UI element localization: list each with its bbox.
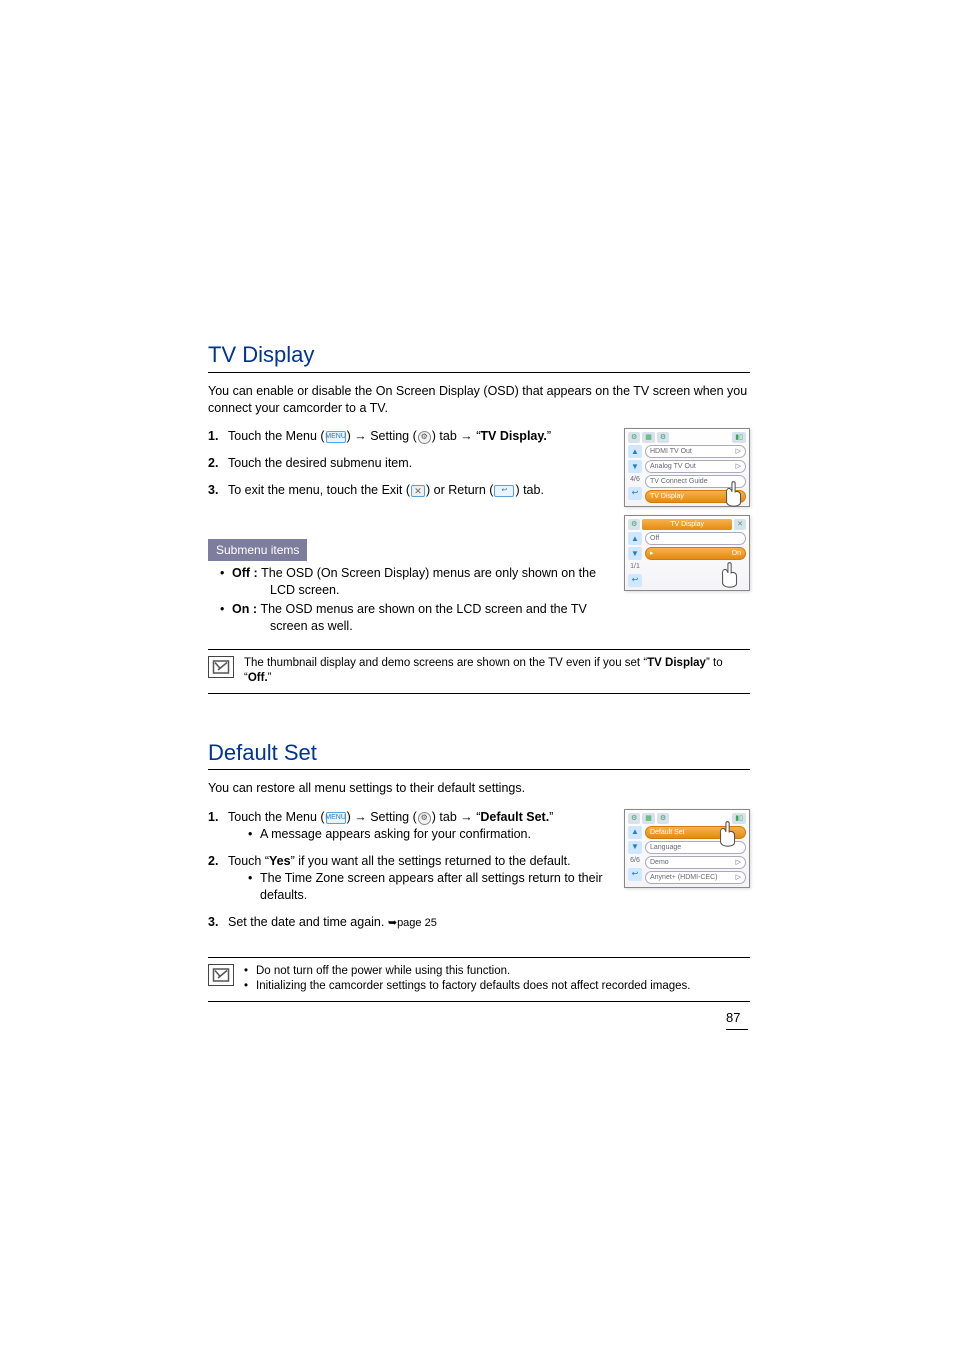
down-arrow-icon: ▼ — [628, 547, 642, 560]
step-text: Touch the Menu ( — [228, 429, 325, 443]
lcd-screenshot-tv-display: ⚙ TV Display ✕ ▲ ▼ 1/1 ↩ Off ▸ On — [624, 515, 750, 590]
list-item-selected: Default Set — [645, 826, 746, 839]
status-icon: ▮▯ — [732, 432, 746, 443]
step-text: ” — [549, 810, 553, 824]
up-arrow-icon: ▲ — [628, 532, 642, 545]
menu-icon: MENU — [326, 812, 346, 824]
page-indicator: 6/6 — [628, 856, 642, 865]
list-item: Anynet+ (HDMI-CEC)▷ — [645, 871, 746, 884]
list-item: Off — [645, 532, 746, 545]
arrow-icon: → — [354, 810, 367, 824]
return-icon: ↩ — [494, 485, 514, 497]
note-box-default-set: Do not turn off the power while using th… — [208, 957, 750, 1002]
option-text: LCD screen. — [232, 582, 612, 599]
step-text: Touch “ — [228, 854, 269, 868]
option-text: The OSD (On Screen Display) menus are on… — [261, 566, 596, 580]
gear-icon: ⚙ — [628, 432, 640, 443]
option-text: screen as well. — [232, 618, 612, 635]
step-text: ) tab — [432, 810, 461, 824]
option-label: On : — [232, 602, 260, 616]
lcd-screenshot-settings: ⚙ ▦ ⚙ ▮▯ ▲ ▼ 4/6 ↩ HDMI TV Out▷ Analog T… — [624, 428, 750, 507]
status-icon: ▮▯ — [732, 813, 746, 824]
list-item-selected: ▸ On — [645, 547, 746, 560]
submenu-off: Off : The OSD (On Screen Display) menus … — [220, 565, 612, 599]
step-text: ) or Return ( — [426, 483, 493, 497]
step-2: Touch “Yes” if you want all the settings… — [208, 853, 612, 904]
gear-icon: ⚙ — [628, 813, 640, 824]
note-box-tv-display: The thumbnail display and demo screens a… — [208, 649, 750, 694]
step-text: Set the date and time again. — [228, 915, 388, 929]
lcd-screenshot-default-set: ⚙ ▦ ⚙ ▮▯ ▲ ▼ 6/6 ↩ Default Set Language — [624, 809, 750, 888]
tab-icon: ▦ — [642, 432, 655, 443]
screen-title: TV Display — [642, 519, 732, 530]
note-icon — [208, 964, 234, 986]
menu-icon: MENU — [326, 431, 346, 443]
page-number: 87 — [726, 1009, 748, 1030]
note-icon — [208, 656, 234, 678]
intro-default-set: You can restore all menu settings to the… — [208, 780, 750, 797]
page-indicator: 4/6 — [628, 475, 642, 484]
section-title-tv-display: TV Display — [208, 340, 750, 373]
steps-default-set: Touch the Menu (MENU) → Setting (⚙) tab … — [208, 809, 612, 930]
gear-icon: ⚙ — [657, 432, 669, 443]
note-item: Do not turn off the power while using th… — [244, 964, 690, 980]
list-item-selected: TV Display▸ — [645, 490, 746, 503]
step-text: ) tab. — [515, 483, 544, 497]
steps-tv-display: Touch the Menu (MENU) → Setting (⚙) tab … — [208, 428, 612, 499]
down-arrow-icon: ▼ — [628, 841, 642, 854]
step-target: Yes — [269, 854, 291, 868]
gear-icon: ⚙ — [418, 812, 431, 825]
list-item: TV Connect Guide — [645, 475, 746, 488]
step-1: Touch the Menu (MENU) → Setting (⚙) tab … — [208, 428, 612, 445]
list-item: Analog TV Out▷ — [645, 460, 746, 473]
note-item: Initializing the camcorder settings to f… — [244, 979, 690, 995]
gear-icon: ⚙ — [657, 813, 669, 824]
step-text: Touch the Menu ( — [228, 810, 325, 824]
list-item: HDMI TV Out▷ — [645, 445, 746, 458]
step-target: Default Set. — [480, 810, 549, 824]
arrow-icon: → — [460, 810, 473, 824]
step-sub: A message appears asking for your confir… — [248, 826, 612, 843]
step-text: ) tab — [432, 429, 461, 443]
step-3: To exit the menu, touch the Exit (✕) or … — [208, 482, 612, 499]
page-indicator: 1/1 — [628, 562, 642, 571]
page-ref-icon: ➥ — [388, 917, 397, 929]
step-sub: The Time Zone screen appears after all s… — [248, 870, 612, 904]
submenu-list: Off : The OSD (On Screen Display) menus … — [208, 565, 612, 635]
arrow-icon: → — [460, 429, 473, 443]
list-item: Language — [645, 841, 746, 854]
return-icon: ↩ — [628, 487, 642, 500]
note-text: The thumbnail display and demo screens a… — [244, 656, 750, 687]
up-arrow-icon: ▲ — [628, 445, 642, 458]
close-icon: ✕ — [734, 519, 746, 530]
gear-icon: ⚙ — [418, 431, 431, 444]
page-ref: page 25 — [397, 917, 437, 929]
submenu-on: On : The OSD menus are shown on the LCD … — [220, 601, 612, 635]
return-icon: ↩ — [628, 868, 642, 881]
note-list: Do not turn off the power while using th… — [244, 964, 690, 995]
down-arrow-icon: ▼ — [628, 460, 642, 473]
step-1: Touch the Menu (MENU) → Setting (⚙) tab … — [208, 809, 612, 843]
return-icon: ↩ — [628, 574, 642, 587]
step-2: Touch the desired submenu item. — [208, 455, 612, 472]
up-arrow-icon: ▲ — [628, 826, 642, 839]
submenu-heading: Submenu items — [208, 539, 307, 561]
step-text: Setting ( — [367, 429, 417, 443]
option-text: The OSD menus are shown on the LCD scree… — [260, 602, 586, 616]
step-3: Set the date and time again. ➥page 25 — [208, 914, 612, 931]
gear-icon: ⚙ — [628, 519, 640, 530]
list-item: Demo▷ — [645, 856, 746, 869]
step-text: To exit the menu, touch the Exit ( — [228, 483, 410, 497]
arrow-icon: → — [354, 429, 367, 443]
tab-icon: ▦ — [642, 813, 655, 824]
step-text: Setting ( — [367, 810, 417, 824]
step-text: ” — [547, 429, 551, 443]
option-label: Off : — [232, 566, 261, 580]
step-target: TV Display. — [480, 429, 546, 443]
intro-tv-display: You can enable or disable the On Screen … — [208, 383, 750, 417]
step-text: ” if you want all the settings returned … — [291, 854, 571, 868]
exit-icon: ✕ — [411, 485, 425, 497]
section-title-default-set: Default Set — [208, 738, 750, 771]
